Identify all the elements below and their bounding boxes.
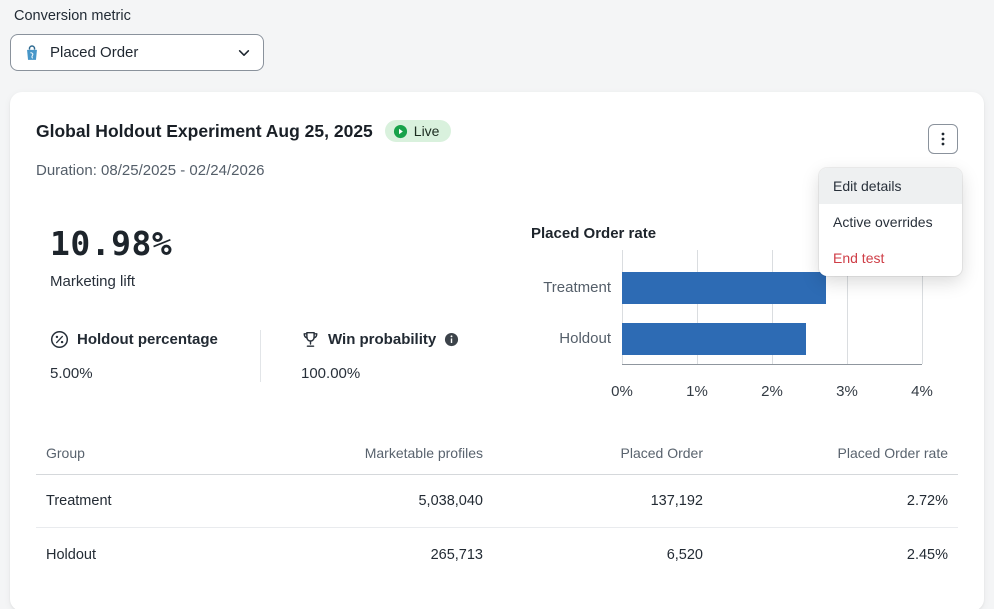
table-header-cell: Group xyxy=(36,445,263,461)
conversion-metric-section: Conversion metric Placed Order xyxy=(10,8,984,71)
table-cell: Treatment xyxy=(36,493,263,509)
stats-row: Holdout percentage 5.00% xyxy=(50,330,481,382)
marketing-lift-label: Marketing lift xyxy=(50,273,481,290)
chevron-down-icon xyxy=(237,46,251,60)
metrics-block: 10.98% Marketing lift Holdout p xyxy=(50,225,481,401)
options-kebab-button[interactable] xyxy=(928,124,958,154)
chart-x-axis: 0%1%2%3%4% xyxy=(622,365,922,401)
table-row: Holdout265,7136,5202.45% xyxy=(36,528,958,581)
status-badge: Live xyxy=(385,120,452,142)
info-icon[interactable] xyxy=(444,332,459,347)
table-cell: 2.72% xyxy=(713,493,958,509)
table-cell: 6,520 xyxy=(493,547,713,563)
chart-tick-label: 3% xyxy=(836,383,858,400)
win-probability-value: 100.00% xyxy=(301,365,459,382)
status-badge-label: Live xyxy=(414,123,440,139)
table-cell: 2.45% xyxy=(713,547,958,563)
chart-bar-treatment xyxy=(622,272,826,304)
conversion-metric-label: Conversion metric xyxy=(14,8,984,25)
kebab-icon xyxy=(935,131,951,147)
menu-item-end-test[interactable]: End test xyxy=(819,240,962,276)
chart-tick-label: 1% xyxy=(686,383,708,400)
marketing-lift-value: 10.98% xyxy=(50,225,481,263)
conversion-metric-value: Placed Order xyxy=(50,44,228,61)
chart-tick-label: 4% xyxy=(911,383,933,400)
table-row: Treatment5,038,040137,1922.72% xyxy=(36,475,958,528)
chart-tick-label: 2% xyxy=(761,383,783,400)
win-probability-label: Win probability xyxy=(328,331,436,348)
table-cell: 137,192 xyxy=(493,493,713,509)
trophy-icon xyxy=(301,330,320,349)
context-menu: Edit detailsActive overridesEnd test xyxy=(819,168,962,276)
holdout-percentage-label: Holdout percentage xyxy=(77,331,218,348)
holdout-percentage-stat: Holdout percentage 5.00% xyxy=(50,330,260,382)
table-header-row: GroupMarketable profilesPlaced OrderPlac… xyxy=(36,439,958,475)
table-header-cell: Marketable profiles xyxy=(263,445,493,461)
win-probability-stat: Win probability 100.00% xyxy=(261,330,459,382)
table-cell: Holdout xyxy=(36,547,263,563)
table-body: Treatment5,038,040137,1922.72%Holdout265… xyxy=(36,475,958,581)
holdout-percentage-value: 5.00% xyxy=(50,365,260,382)
table-cell: 5,038,040 xyxy=(263,493,493,509)
menu-item-active-overrides[interactable]: Active overrides xyxy=(819,204,962,240)
play-circle-icon xyxy=(393,124,408,139)
conversion-metric-select[interactable]: Placed Order xyxy=(10,34,264,71)
shopping-bag-icon xyxy=(23,44,41,62)
chart-category-label: Holdout xyxy=(531,323,622,355)
results-table: GroupMarketable profilesPlaced OrderPlac… xyxy=(36,439,958,581)
chart-tick-label: 0% xyxy=(611,383,633,400)
experiment-title: Global Holdout Experiment Aug 25, 2025 xyxy=(36,121,373,142)
table-header-cell: Placed Order rate xyxy=(713,445,958,461)
menu-item-edit-details[interactable]: Edit details xyxy=(819,168,962,204)
table-header-cell: Placed Order xyxy=(493,445,713,461)
chart-bar-holdout xyxy=(622,323,806,355)
chart-category-label: Treatment xyxy=(531,272,622,304)
experiment-card: Global Holdout Experiment Aug 25, 2025 L… xyxy=(10,92,984,609)
card-header: Global Holdout Experiment Aug 25, 2025 L… xyxy=(36,120,958,154)
chart-category-labels: Treatment Holdout xyxy=(531,250,622,365)
table-cell: 265,713 xyxy=(263,547,493,563)
holdout-percentage-icon xyxy=(50,330,69,349)
